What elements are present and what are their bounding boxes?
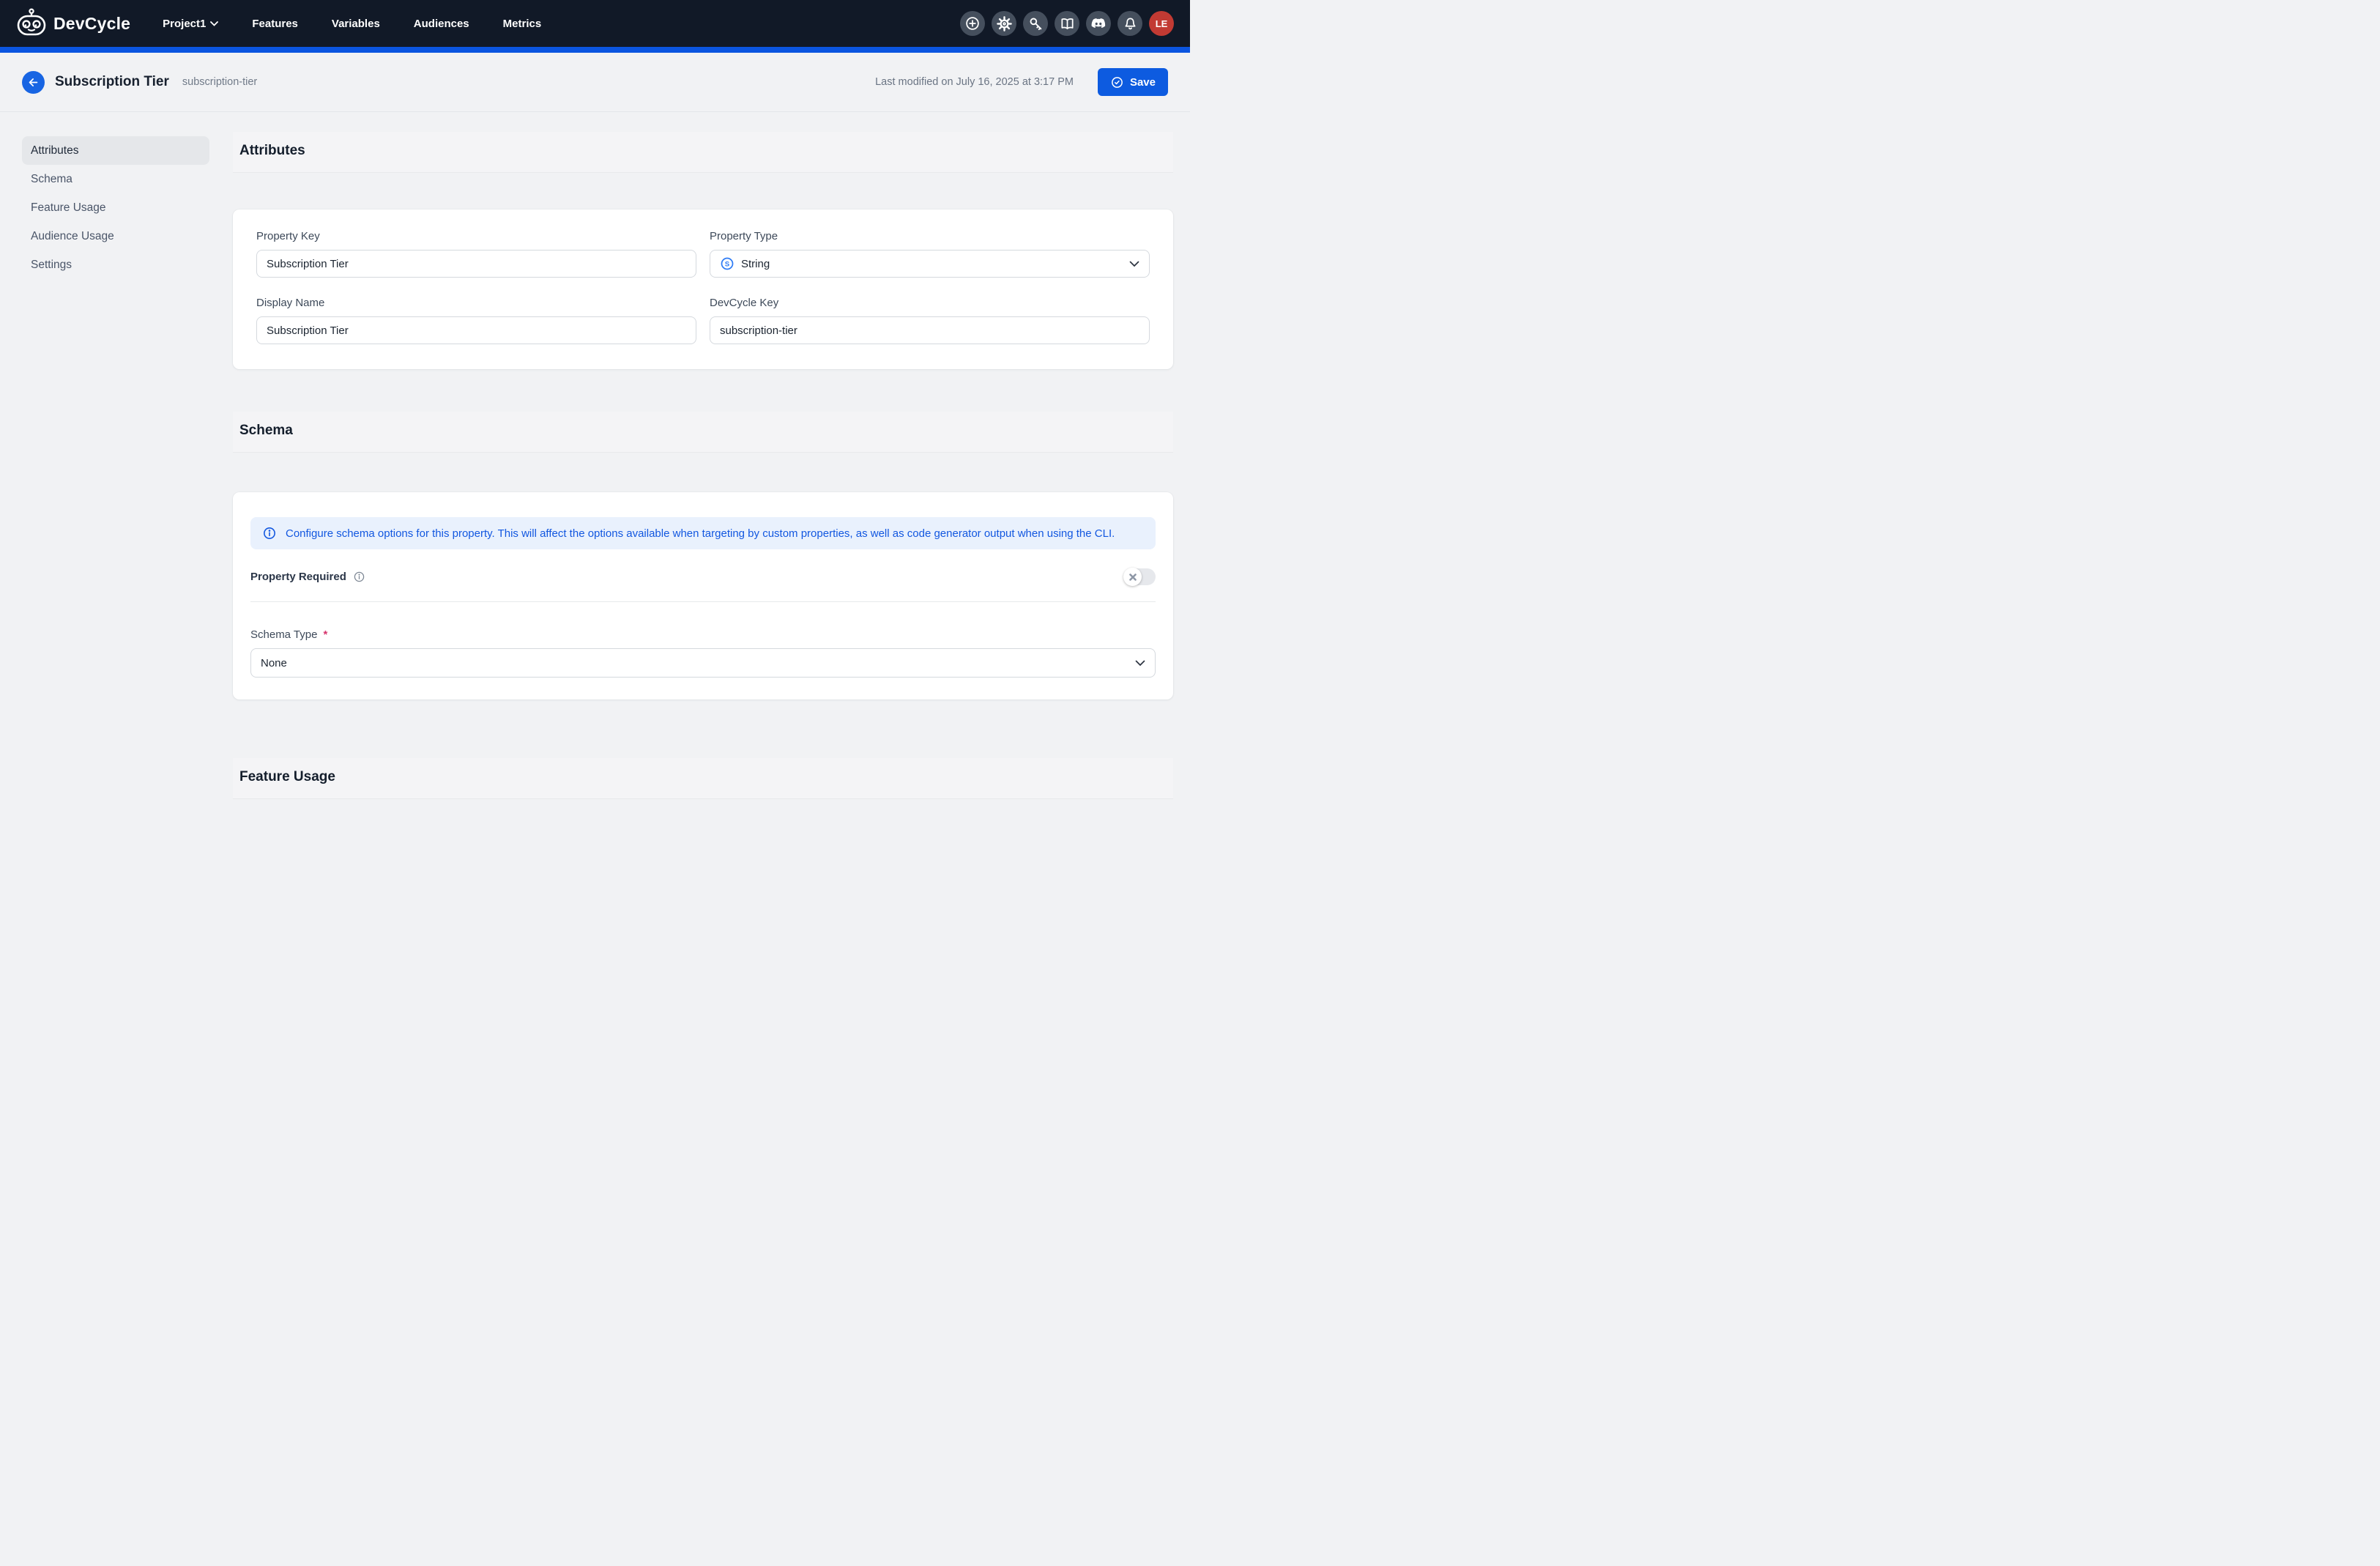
back-button[interactable] (22, 71, 45, 94)
key-icon (1028, 16, 1044, 31)
property-key-label: Property Key (256, 230, 696, 242)
schema-info-text: Configure schema options for this proper… (286, 527, 1115, 540)
save-button[interactable]: Save (1098, 68, 1168, 96)
property-type-label: Property Type (710, 230, 1150, 242)
schema-type-label-text: Schema Type (250, 628, 317, 641)
attributes-heading: Attributes (239, 143, 1167, 159)
docs-button[interactable] (1055, 11, 1079, 36)
property-key-field-group: Property Key (256, 230, 696, 278)
required-asterisk: * (323, 628, 327, 641)
attributes-section-header: Attributes (233, 132, 1173, 173)
page-title: Subscription Tier (55, 74, 169, 90)
property-required-row: Property Required (250, 568, 1156, 585)
property-key-input[interactable] (256, 250, 696, 278)
property-type-value: String (741, 258, 770, 270)
create-button[interactable] (960, 11, 985, 36)
notifications-button[interactable] (1118, 11, 1142, 36)
feature-usage-heading: Feature Usage (239, 769, 1167, 785)
nav-item-audiences[interactable]: Audiences (414, 18, 469, 30)
chevron-down-icon (210, 21, 218, 26)
attributes-card: Property Key Property Type S String (233, 209, 1173, 369)
nav-item-features[interactable]: Features (252, 18, 298, 30)
devcycle-key-label: DevCycle Key (710, 297, 1150, 309)
arrow-left-icon (27, 76, 40, 89)
accent-strip (0, 47, 1190, 53)
top-navigation-bar: DevCycle Project1 Features Variables Aud… (0, 0, 1190, 47)
sidebar-item-feature-usage[interactable]: Feature Usage (22, 193, 209, 222)
devcycle-key-field-group: DevCycle Key (710, 297, 1150, 344)
top-actions: LE (960, 11, 1174, 36)
info-icon (262, 526, 277, 541)
header-right: Last modified on July 16, 2025 at 3:17 P… (875, 68, 1168, 96)
chevron-down-icon (1129, 261, 1139, 267)
schema-type-select[interactable]: None (250, 648, 1156, 678)
devcycle-key-input[interactable] (710, 316, 1150, 344)
schema-section-header: Schema (233, 412, 1173, 453)
discord-button[interactable] (1086, 11, 1111, 36)
property-required-label-text: Property Required (250, 571, 346, 583)
toggle-knob (1123, 568, 1142, 586)
brand-name: DevCycle (53, 14, 130, 34)
content: Attributes Schema Feature Usage Audience… (0, 112, 1190, 799)
display-name-field-group: Display Name (256, 297, 696, 344)
schema-type-value: None (261, 657, 287, 669)
schema-type-label: Schema Type * (250, 628, 1156, 641)
last-modified-text: Last modified on July 16, 2025 at 3:17 P… (875, 76, 1074, 88)
check-circle-icon (1110, 75, 1124, 89)
discord-icon (1090, 15, 1107, 31)
sidebar-item-attributes[interactable]: Attributes (22, 136, 209, 165)
bell-icon (1123, 16, 1138, 31)
user-avatar[interactable]: LE (1149, 11, 1174, 36)
info-icon (353, 571, 365, 583)
save-button-label: Save (1130, 76, 1156, 89)
property-required-toggle[interactable] (1123, 568, 1156, 585)
page-header: Subscription Tier subscription-tier Last… (0, 53, 1190, 112)
sidebar-item-settings[interactable]: Settings (22, 251, 209, 279)
settings-button[interactable] (992, 11, 1016, 36)
gear-icon (997, 16, 1012, 31)
primary-nav: Project1 Features Variables Audiences Me… (163, 18, 541, 30)
schema-info-banner: Configure schema options for this proper… (250, 517, 1156, 549)
sidebar-item-audience-usage[interactable]: Audience Usage (22, 222, 209, 251)
feature-usage-section-header: Feature Usage (233, 758, 1173, 799)
nav-item-metrics[interactable]: Metrics (503, 18, 542, 30)
svg-text:S: S (725, 261, 730, 269)
display-name-label: Display Name (256, 297, 696, 309)
nav-item-variables[interactable]: Variables (332, 18, 380, 30)
schema-card: Configure schema options for this proper… (233, 492, 1173, 699)
devcycle-logo[interactable]: DevCycle (16, 8, 130, 40)
property-required-label: Property Required (250, 571, 365, 583)
api-keys-button[interactable] (1023, 11, 1048, 36)
sidebar-item-schema[interactable]: Schema (22, 165, 209, 193)
divider (250, 601, 1156, 602)
book-icon (1060, 16, 1075, 31)
schema-heading: Schema (239, 423, 1167, 439)
x-icon (1129, 574, 1137, 581)
devcycle-robot-icon (16, 8, 47, 40)
display-name-input[interactable] (256, 316, 696, 344)
project-switcher-label: Project1 (163, 18, 206, 30)
property-type-select[interactable]: S String (710, 250, 1150, 278)
string-type-icon: S (720, 256, 735, 271)
plus-circle-icon (964, 15, 981, 31)
chevron-down-icon (1135, 660, 1145, 667)
section-sidebar: Attributes Schema Feature Usage Audience… (22, 136, 209, 279)
main-panel: Attributes Property Key Property Type S … (233, 132, 1173, 799)
property-type-field-group: Property Type S String (710, 230, 1150, 278)
page-key: subscription-tier (182, 76, 257, 88)
project-switcher[interactable]: Project1 (163, 18, 218, 30)
